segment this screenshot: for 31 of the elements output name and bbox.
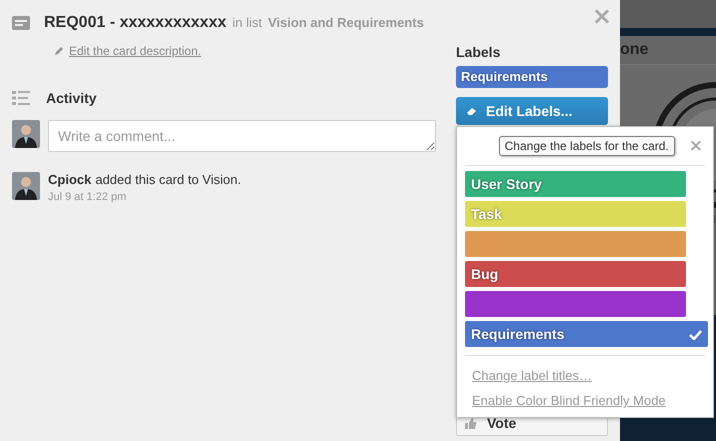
avatar-icon	[12, 120, 40, 148]
list-prefix: in list	[232, 15, 262, 30]
popover-link[interactable]: Change label titles…	[472, 368, 705, 383]
label-option[interactable]: Bug	[465, 261, 686, 287]
popover-link[interactable]: Enable Color Blind Friendly Mode	[472, 393, 705, 408]
activity-text: added this card to Vision.	[95, 172, 242, 187]
edit-labels-button[interactable]: Edit Labels...	[456, 97, 608, 125]
card-icon	[12, 16, 30, 30]
list-name: Vision and Requirements	[268, 15, 424, 30]
tooltip: Change the labels for the card.	[498, 136, 675, 156]
check-icon	[689, 328, 702, 340]
edit-description-link[interactable]: Edit the card description.	[69, 44, 202, 58]
label-option[interactable]	[465, 231, 686, 257]
eraser-icon	[466, 106, 478, 116]
label-option[interactable]	[465, 291, 686, 317]
card-label: Requirements	[456, 66, 608, 88]
timestamp: Jul 9 at 1:22 pm	[48, 191, 128, 203]
label-option[interactable]: Requirements	[465, 321, 708, 347]
activity-heading: Activity	[46, 90, 97, 106]
close-button[interactable]: ×	[688, 136, 703, 156]
user-name[interactable]: Cpiock	[48, 172, 92, 187]
card-title: REQ001 - xxxxxxxxxxxx	[44, 14, 226, 32]
avatar-icon	[12, 172, 40, 200]
close-button[interactable]: ×	[592, 4, 612, 28]
comment-field[interactable]: Write a comment...	[48, 120, 436, 152]
column-title: one	[620, 41, 648, 59]
thumbs-up-icon	[465, 418, 477, 428]
labels-heading: Labels	[456, 44, 502, 60]
pencil-icon	[54, 46, 64, 56]
list-icon	[12, 91, 30, 105]
label-option[interactable]: User Story	[465, 171, 686, 197]
